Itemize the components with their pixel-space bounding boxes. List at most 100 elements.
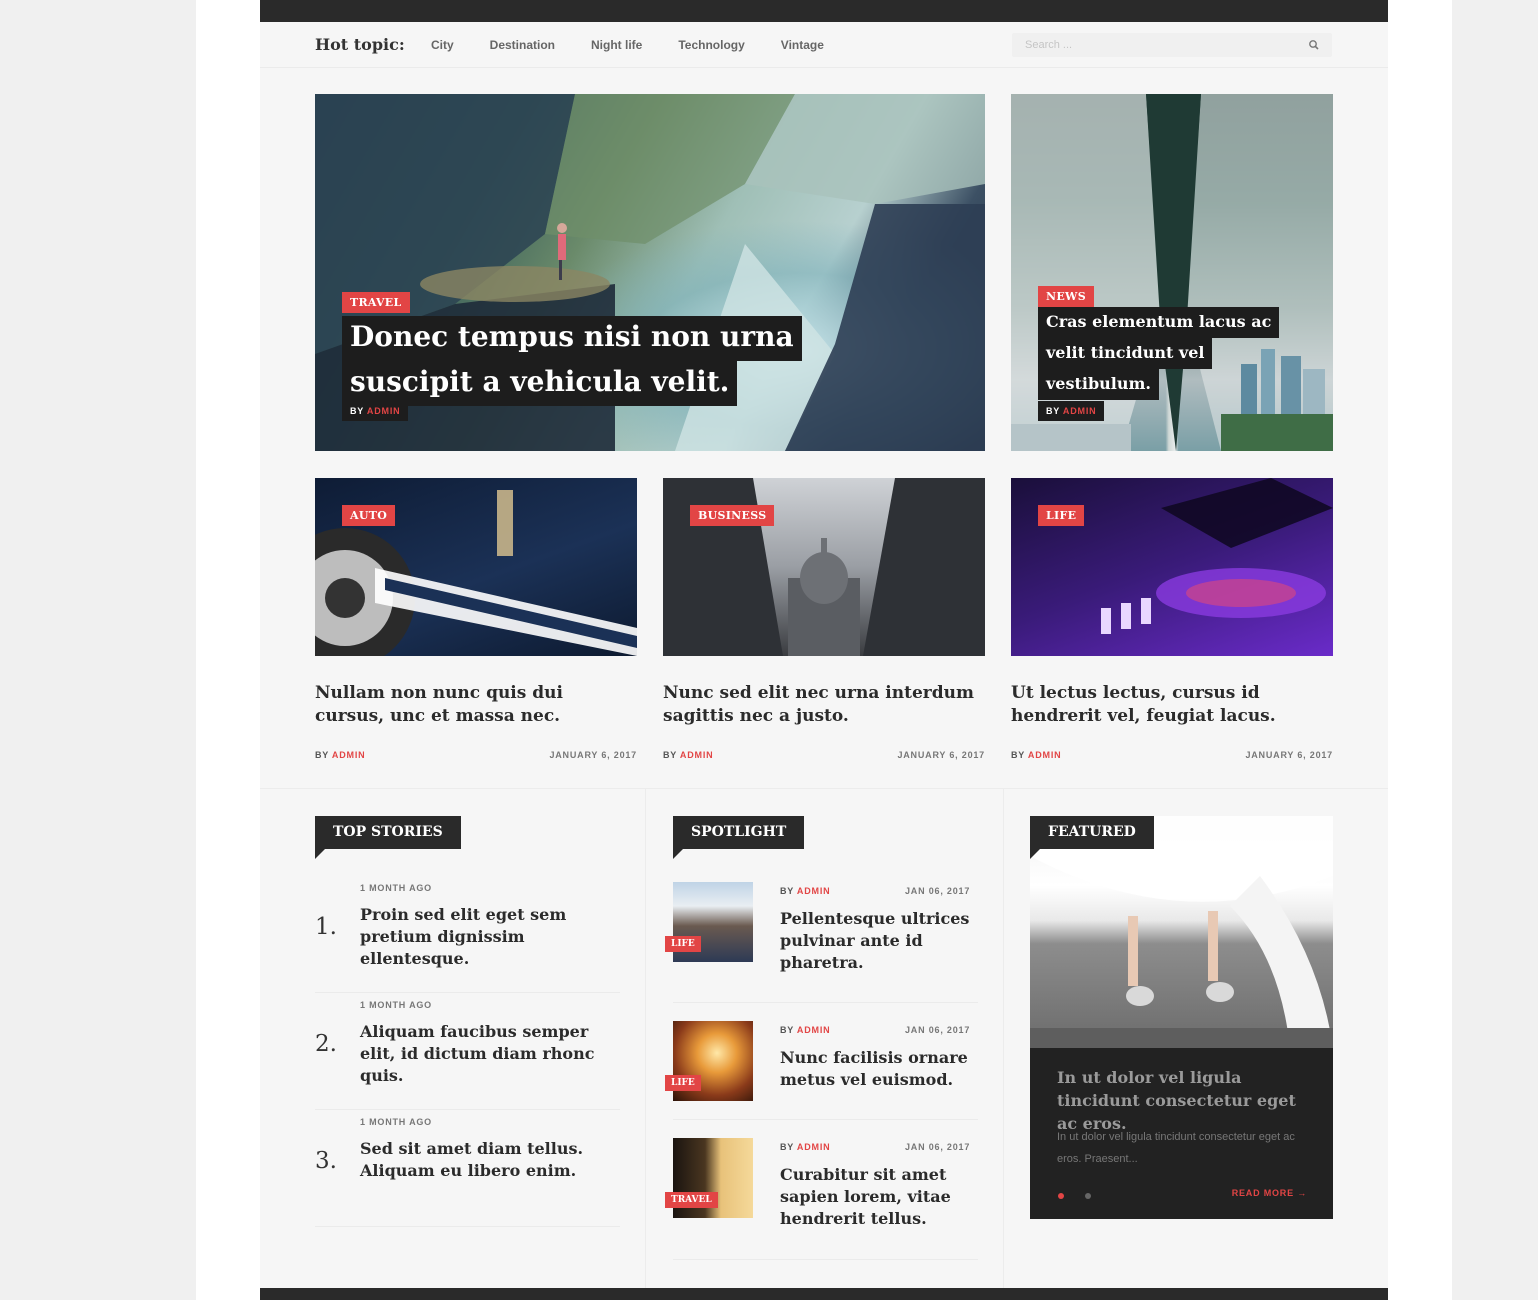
headline-line: Cras elementum lacus ac [1038, 307, 1280, 338]
byline-by: BY [780, 1025, 794, 1035]
featured-image[interactable]: FEATURED [1030, 816, 1333, 1048]
story-title[interactable]: Aliquam faucibus semper elit, id dictum … [360, 1021, 622, 1087]
story-time: 1 MONTH AGO [360, 1117, 432, 1127]
hot-topic-link-city[interactable]: City [431, 38, 454, 52]
hero-side-headline[interactable]: Cras elementum lacus ac velit tincidunt … [1038, 307, 1280, 400]
story-number: 2. [315, 1031, 337, 1057]
spotlight-item[interactable]: LIFE BY ADMIN JAN 06, 2017 Nunc facilisi… [665, 1021, 978, 1120]
site: Hot topic: City Destination Night life T… [260, 0, 1388, 1300]
author-link[interactable]: ADMIN [680, 750, 714, 760]
hero-side-article[interactable]: NEWS Cras elementum lacus ac velit tinci… [1011, 94, 1333, 451]
byline-by: BY [1046, 406, 1060, 416]
hero-main-headline[interactable]: Donec tempus nisi non urna suscipit a ve… [342, 316, 802, 406]
story-number: 1. [315, 914, 337, 940]
category-badge[interactable]: LIFE [665, 1075, 701, 1091]
spotlight-title[interactable]: Pellentesque ultrices pulvinar ante id p… [780, 908, 970, 974]
category-badge[interactable]: LIFE [665, 936, 701, 952]
byline-by: BY [663, 750, 677, 760]
article-card: LIFE Ut lectus lectus, cursus id hendrer… [1011, 478, 1333, 760]
hot-topic-bar: Hot topic: City Destination Night life T… [260, 22, 1388, 68]
card-image[interactable]: BUSINESS [663, 478, 985, 656]
author-link[interactable]: ADMIN [367, 406, 401, 416]
top-bar [260, 0, 1388, 22]
spotlight-item[interactable]: TRAVEL BY ADMIN JAN 06, 2017 Curabitur s… [665, 1138, 978, 1260]
spotlight-heading: SPOTLIGHT [673, 816, 805, 859]
post-date: JAN 06, 2017 [905, 886, 971, 896]
post-date: JANUARY 6, 2017 [549, 750, 637, 760]
featured-title[interactable]: In ut dolor vel ligula tincidunt consect… [1057, 1066, 1317, 1135]
story-time: 1 MONTH AGO [360, 1000, 432, 1010]
bottom-bar [260, 1288, 1388, 1300]
card-title[interactable]: Nullam non nunc quis dui cursus, unc et … [315, 682, 637, 728]
headline-line: Donec tempus nisi non urna [342, 316, 802, 361]
read-more-link[interactable]: READ MORE → [1232, 1188, 1307, 1198]
card-title[interactable]: Ut lectus lectus, cursus id hendrerit ve… [1011, 682, 1333, 728]
spotlight-title[interactable]: Nunc facilisis ornare metus vel euismod. [780, 1047, 970, 1091]
card-meta: BY ADMIN JANUARY 6, 2017 [315, 750, 637, 760]
category-badge[interactable]: AUTO [342, 505, 396, 526]
author-link[interactable]: ADMIN [332, 750, 366, 760]
article-card: AUTO Nullam non nunc quis dui cursus, un… [315, 478, 637, 760]
byline-by: BY [350, 406, 364, 416]
author-link[interactable]: ADMIN [1028, 750, 1062, 760]
hot-topic-label: Hot topic: [315, 35, 405, 54]
spotlight-title[interactable]: Curabitur sit amet sapien lorem, vitae h… [780, 1164, 970, 1230]
category-badge[interactable]: BUSINESS [690, 505, 775, 526]
hot-topic-link-technology[interactable]: Technology [678, 38, 744, 52]
search-input[interactable] [1012, 33, 1302, 57]
wedding-shoes-image [1030, 816, 1333, 1048]
category-badge[interactable]: TRAVEL [665, 1192, 718, 1208]
slider-dot[interactable] [1085, 1193, 1091, 1199]
featured-excerpt: In ut dolor vel ligula tincidunt consect… [1057, 1131, 1295, 1165]
headline-line: suscipit a vehicula velit. [342, 361, 738, 406]
card-meta: BY ADMIN JANUARY 6, 2017 [663, 750, 985, 760]
search-box [1012, 33, 1332, 57]
post-date: JANUARY 6, 2017 [1245, 750, 1333, 760]
byline-by: BY [1011, 750, 1025, 760]
slider-dot-active[interactable] [1058, 1193, 1064, 1199]
category-badge[interactable]: LIFE [1038, 505, 1085, 526]
author-link[interactable]: ADMIN [797, 886, 831, 896]
byline: BY ADMIN [1038, 401, 1105, 421]
story-number: 3. [315, 1148, 337, 1174]
hot-topic-link-night-life[interactable]: Night life [591, 38, 642, 52]
article-card: BUSINESS Nunc sed elit nec urna interdum… [663, 478, 985, 760]
category-badge[interactable]: NEWS [1038, 286, 1094, 307]
section-divider [260, 788, 1388, 789]
category-badge[interactable]: TRAVEL [342, 292, 410, 313]
top-story-item[interactable]: 3. 1 MONTH AGO Sed sit amet diam tellus.… [315, 1110, 620, 1227]
top-stories-heading: TOP STORIES [315, 816, 461, 859]
author-link[interactable]: ADMIN [1063, 406, 1097, 416]
hero-main-article[interactable]: TRAVEL Donec tempus nisi non urna suscip… [315, 94, 985, 451]
post-date: JAN 06, 2017 [905, 1025, 971, 1035]
search-icon[interactable] [1308, 39, 1320, 51]
byline: BY ADMIN [780, 1142, 830, 1152]
featured-widget: FEATURED In ut dolor vel ligula tincidun… [1030, 816, 1333, 1219]
headline-line: velit tincidunt vel [1038, 338, 1213, 369]
headline-line: vestibulum. [1038, 369, 1159, 400]
hot-topic-links: City Destination Night life Technology V… [431, 38, 856, 52]
hot-topic-link-vintage[interactable]: Vintage [781, 38, 824, 52]
hot-topic-link-destination[interactable]: Destination [490, 38, 555, 52]
featured-content: In ut dolor vel ligula tincidunt consect… [1030, 1048, 1333, 1219]
byline-by: BY [780, 886, 794, 896]
card-title[interactable]: Nunc sed elit nec urna interdum sagittis… [663, 682, 985, 728]
author-link[interactable]: ADMIN [797, 1142, 831, 1152]
story-title[interactable]: Sed sit amet diam tellus. Aliquam eu lib… [360, 1138, 622, 1182]
card-meta: BY ADMIN JANUARY 6, 2017 [1011, 750, 1333, 760]
post-date: JANUARY 6, 2017 [897, 750, 985, 760]
byline: BY ADMIN [780, 1025, 830, 1035]
top-story-item[interactable]: 2. 1 MONTH AGO Aliquam faucibus semper e… [315, 993, 620, 1110]
byline: BY ADMIN [780, 886, 830, 896]
story-title[interactable]: Proin sed elit eget sem pretium dignissi… [360, 904, 622, 970]
spotlight-item[interactable]: LIFE BY ADMIN JAN 06, 2017 Pellentesque … [665, 882, 978, 1003]
top-story-item[interactable]: 1. 1 MONTH AGO Proin sed elit eget sem p… [315, 876, 620, 993]
featured-heading: FEATURED [1030, 816, 1154, 859]
card-image[interactable]: AUTO [315, 478, 637, 656]
column-divider [645, 788, 646, 1288]
author-link[interactable]: ADMIN [797, 1025, 831, 1035]
byline-by: BY [315, 750, 329, 760]
post-date: JAN 06, 2017 [905, 1142, 971, 1152]
card-image[interactable]: LIFE [1011, 478, 1333, 656]
column-divider [1003, 788, 1004, 1288]
